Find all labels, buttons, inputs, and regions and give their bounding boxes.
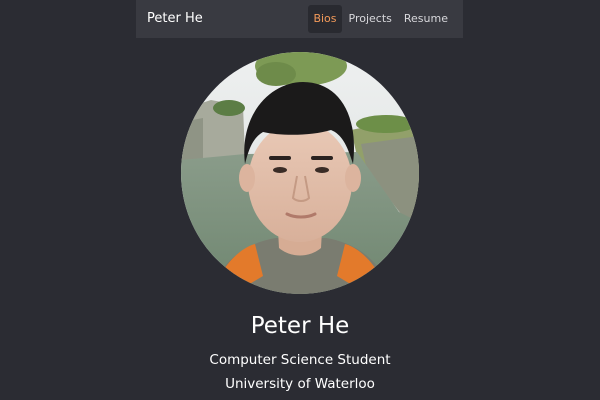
nav-links: Bios Projects Resume bbox=[308, 5, 453, 33]
nav-link-resume[interactable]: Resume bbox=[399, 5, 453, 33]
navbar: Peter He Bios Projects Resume bbox=[136, 0, 463, 38]
profile-name: Peter He bbox=[250, 313, 350, 339]
profile-school: University of Waterloo bbox=[225, 376, 375, 392]
nav-link-projects[interactable]: Projects bbox=[344, 5, 397, 33]
profile-photo bbox=[181, 52, 419, 294]
brand-link[interactable]: Peter He bbox=[147, 0, 203, 38]
nav-link-bios[interactable]: Bios bbox=[308, 5, 342, 33]
profile-title: Computer Science Student bbox=[209, 352, 391, 368]
